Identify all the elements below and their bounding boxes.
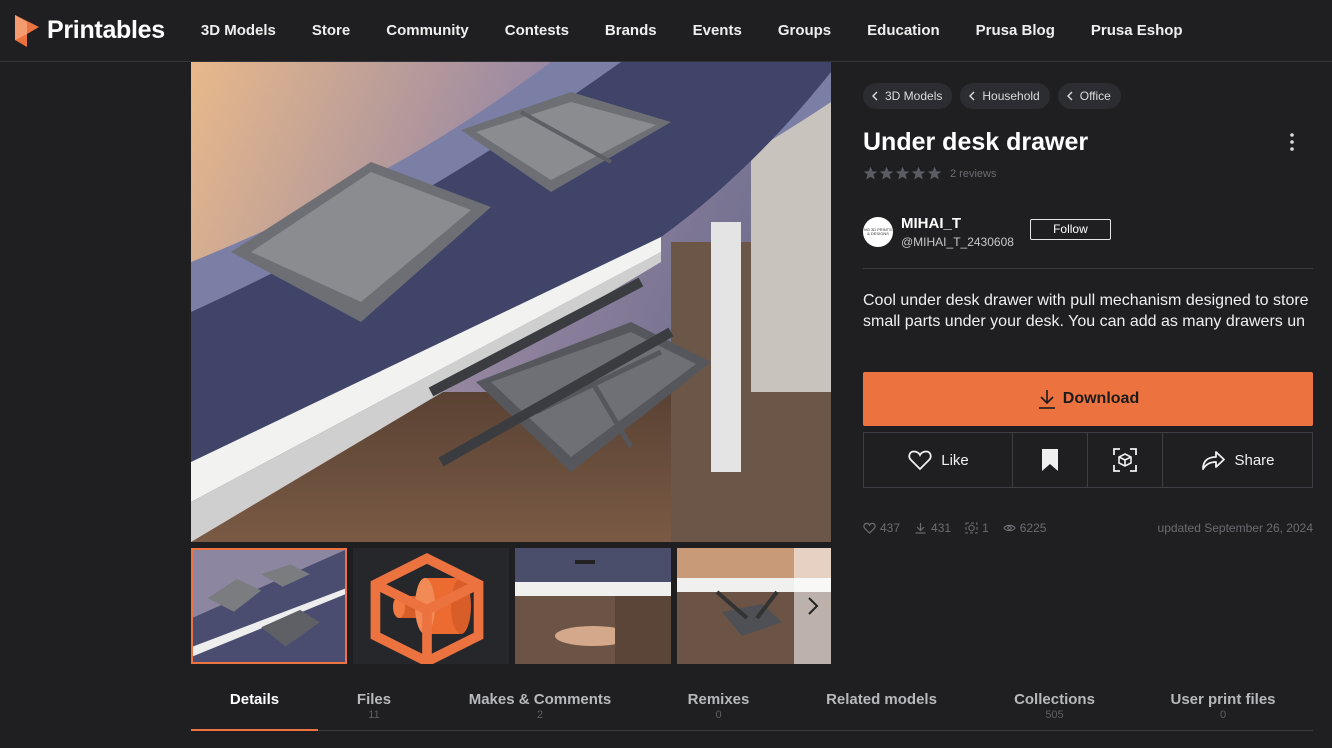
- main-model-photo[interactable]: [191, 62, 831, 542]
- star-rating: [863, 166, 942, 181]
- star-icon: [911, 166, 926, 180]
- nav-brands[interactable]: Brands: [587, 22, 675, 39]
- breadcrumb: 3D Models Household Office: [863, 83, 1121, 109]
- printables-logo[interactable]: Printables: [14, 14, 165, 48]
- breadcrumb-label: 3D Models: [885, 89, 943, 103]
- model-title: Under desk drawer: [863, 128, 1089, 156]
- reviews-count[interactable]: 2 reviews: [950, 168, 996, 180]
- tab-label: Details: [229, 691, 280, 708]
- tab-files[interactable]: Files 11: [318, 682, 430, 730]
- cube-icon: [370, 553, 484, 664]
- share-button[interactable]: Share: [1163, 433, 1312, 487]
- tab-count: 505: [1045, 709, 1064, 721]
- rating[interactable]: 2 reviews: [863, 166, 996, 181]
- tab-count: 11: [368, 709, 380, 721]
- nav-community[interactable]: Community: [368, 22, 487, 39]
- kebab-menu-icon[interactable]: [1287, 132, 1297, 152]
- thumbnail-2-3d-preview[interactable]: [353, 548, 509, 664]
- printables-logo-icon: [15, 14, 39, 47]
- star-icon: [863, 166, 878, 180]
- author-handle: @MIHAI_T_2430608: [901, 235, 1014, 249]
- thumbnail-strip: [191, 548, 831, 664]
- nav-store[interactable]: Store: [294, 22, 368, 39]
- star-icon: [879, 166, 894, 180]
- brand-name: Printables: [47, 16, 165, 44]
- like-label: Like: [941, 451, 969, 469]
- share-icon: [1202, 451, 1226, 470]
- author-block: M3 3D PRINTS & DESIGNS MIHAI_T @MIHAI_T_…: [863, 215, 1111, 249]
- tab-count: 2: [536, 709, 544, 721]
- tab-collections[interactable]: Collections 505: [976, 682, 1133, 730]
- download-icon: [915, 523, 926, 534]
- model-actions: Like Share: [863, 432, 1313, 488]
- download-button[interactable]: Download: [863, 372, 1313, 426]
- nav-3d-models[interactable]: 3D Models: [183, 22, 294, 39]
- eye-icon: [1003, 524, 1016, 532]
- tab-makes-comments[interactable]: Makes & Comments 2: [430, 682, 650, 730]
- tab-details[interactable]: Details: [191, 682, 318, 731]
- downloads-stat: 431: [914, 521, 951, 535]
- thumbnail-1[interactable]: [191, 548, 347, 664]
- model-stats: 437 431 1 6225 updated September 26, 202…: [863, 521, 1313, 535]
- model-description: Cool under desk drawer with pull mechani…: [863, 292, 1309, 330]
- breadcrumb-office[interactable]: Office: [1057, 83, 1121, 109]
- like-button[interactable]: Like: [864, 433, 1013, 487]
- tab-remixes[interactable]: Remixes 0: [650, 682, 787, 730]
- makes-stat: 1: [965, 521, 989, 535]
- bookmark-button[interactable]: [1013, 433, 1088, 487]
- tab-label: Collections: [1014, 691, 1095, 708]
- likes-stat: 437: [863, 521, 900, 535]
- views-stat: 6225: [1003, 521, 1047, 535]
- tab-count: 0: [1219, 709, 1227, 721]
- nav-prusa-blog[interactable]: Prusa Blog: [958, 22, 1073, 39]
- avatar[interactable]: M3 3D PRINTS & DESIGNS: [863, 217, 893, 247]
- download-icon: [1038, 390, 1055, 409]
- author-name[interactable]: MIHAI_T: [901, 215, 1014, 232]
- top-navbar: Printables 3D Models Store Community Con…: [0, 0, 1332, 62]
- star-icon: [927, 166, 942, 180]
- chevron-left-icon: [872, 91, 878, 101]
- heart-icon: [863, 522, 876, 534]
- model-tabs: Details Files 11 Makes & Comments 2 Remi…: [191, 682, 1313, 731]
- nav-groups[interactable]: Groups: [760, 22, 849, 39]
- tab-label: Makes & Comments: [468, 691, 612, 708]
- tab-label: User print files: [1170, 691, 1276, 708]
- tab-label: Remixes: [687, 691, 750, 708]
- tab-label: Files: [356, 691, 392, 708]
- bookmark-icon: [1042, 449, 1058, 471]
- follow-button[interactable]: Follow: [1029, 218, 1111, 240]
- tab-label: Related models: [826, 691, 937, 708]
- ar-view-button[interactable]: [1088, 433, 1163, 487]
- ar-view-icon: [1113, 448, 1137, 472]
- views-count: 6225: [1019, 521, 1047, 535]
- thumbnail-3[interactable]: [515, 548, 671, 664]
- nav-contests[interactable]: Contests: [487, 22, 587, 39]
- divider: [863, 268, 1313, 269]
- breadcrumb-household[interactable]: Household: [960, 83, 1050, 109]
- chevron-right-icon: [807, 597, 818, 615]
- likes-count: 437: [880, 521, 901, 535]
- ar-view-icon: [965, 522, 978, 534]
- makes-count: 1: [982, 521, 989, 535]
- breadcrumb-label: Household: [982, 89, 1040, 103]
- tab-related-models[interactable]: Related models: [787, 682, 976, 730]
- tab-count: 0: [715, 709, 722, 721]
- chevron-left-icon: [1066, 91, 1073, 101]
- download-label: Download: [1062, 390, 1140, 407]
- nav-education[interactable]: Education: [849, 22, 958, 39]
- nav-events[interactable]: Events: [675, 22, 760, 39]
- heart-icon: [908, 450, 932, 471]
- share-label: Share: [1234, 451, 1275, 469]
- gallery-next-button[interactable]: [794, 548, 831, 664]
- nav-prusa-eshop[interactable]: Prusa Eshop: [1073, 22, 1201, 39]
- downloads-count: 431: [931, 521, 952, 535]
- breadcrumb-3d-models[interactable]: 3D Models: [863, 83, 953, 109]
- chevron-left-icon: [969, 91, 975, 101]
- star-icon: [895, 166, 910, 180]
- tab-user-print-files[interactable]: User print files 0: [1133, 682, 1313, 730]
- breadcrumb-label: Office: [1079, 89, 1111, 103]
- updated-date: updated September 26, 2024: [1157, 521, 1313, 535]
- drawer-photo-illustration: [191, 62, 831, 542]
- avatar-text: M3 3D PRINTS & DESIGNS: [864, 227, 892, 236]
